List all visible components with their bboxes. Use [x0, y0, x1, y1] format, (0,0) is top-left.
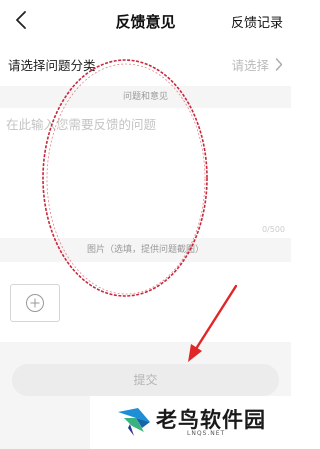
watermark-url: LNQS.NET: [187, 430, 226, 437]
feedback-record-link[interactable]: 反馈记录: [231, 12, 283, 31]
description-section-label: 问题和意见: [0, 86, 291, 108]
category-label: 请选择问题分类: [8, 58, 96, 73]
submit-button[interactable]: 提交: [12, 364, 279, 396]
watermark: 老鸟软件园 LNQS.NET: [90, 396, 291, 449]
plus-circle-icon: [26, 294, 44, 312]
chevron-right-icon: [275, 58, 283, 71]
images-section-label: 图片（选填，提供问题截图）: [0, 238, 291, 262]
header-bar: 反馈意见 反馈记录: [0, 0, 291, 42]
category-value[interactable]: 请选择: [231, 55, 269, 74]
description-input[interactable]: [6, 114, 284, 226]
char-counter: 0/500: [261, 225, 285, 234]
description-area: 0/500: [0, 108, 291, 238]
feedback-page: 反馈意见 反馈记录 请选择问题分类 请选择 问题和意见 0/500 图片（选填，…: [0, 0, 291, 449]
add-image-button[interactable]: [10, 284, 60, 322]
category-selector[interactable]: 请选择问题分类 请选择: [0, 48, 291, 80]
images-area: [0, 262, 291, 342]
bird-logo-icon: [118, 408, 150, 436]
